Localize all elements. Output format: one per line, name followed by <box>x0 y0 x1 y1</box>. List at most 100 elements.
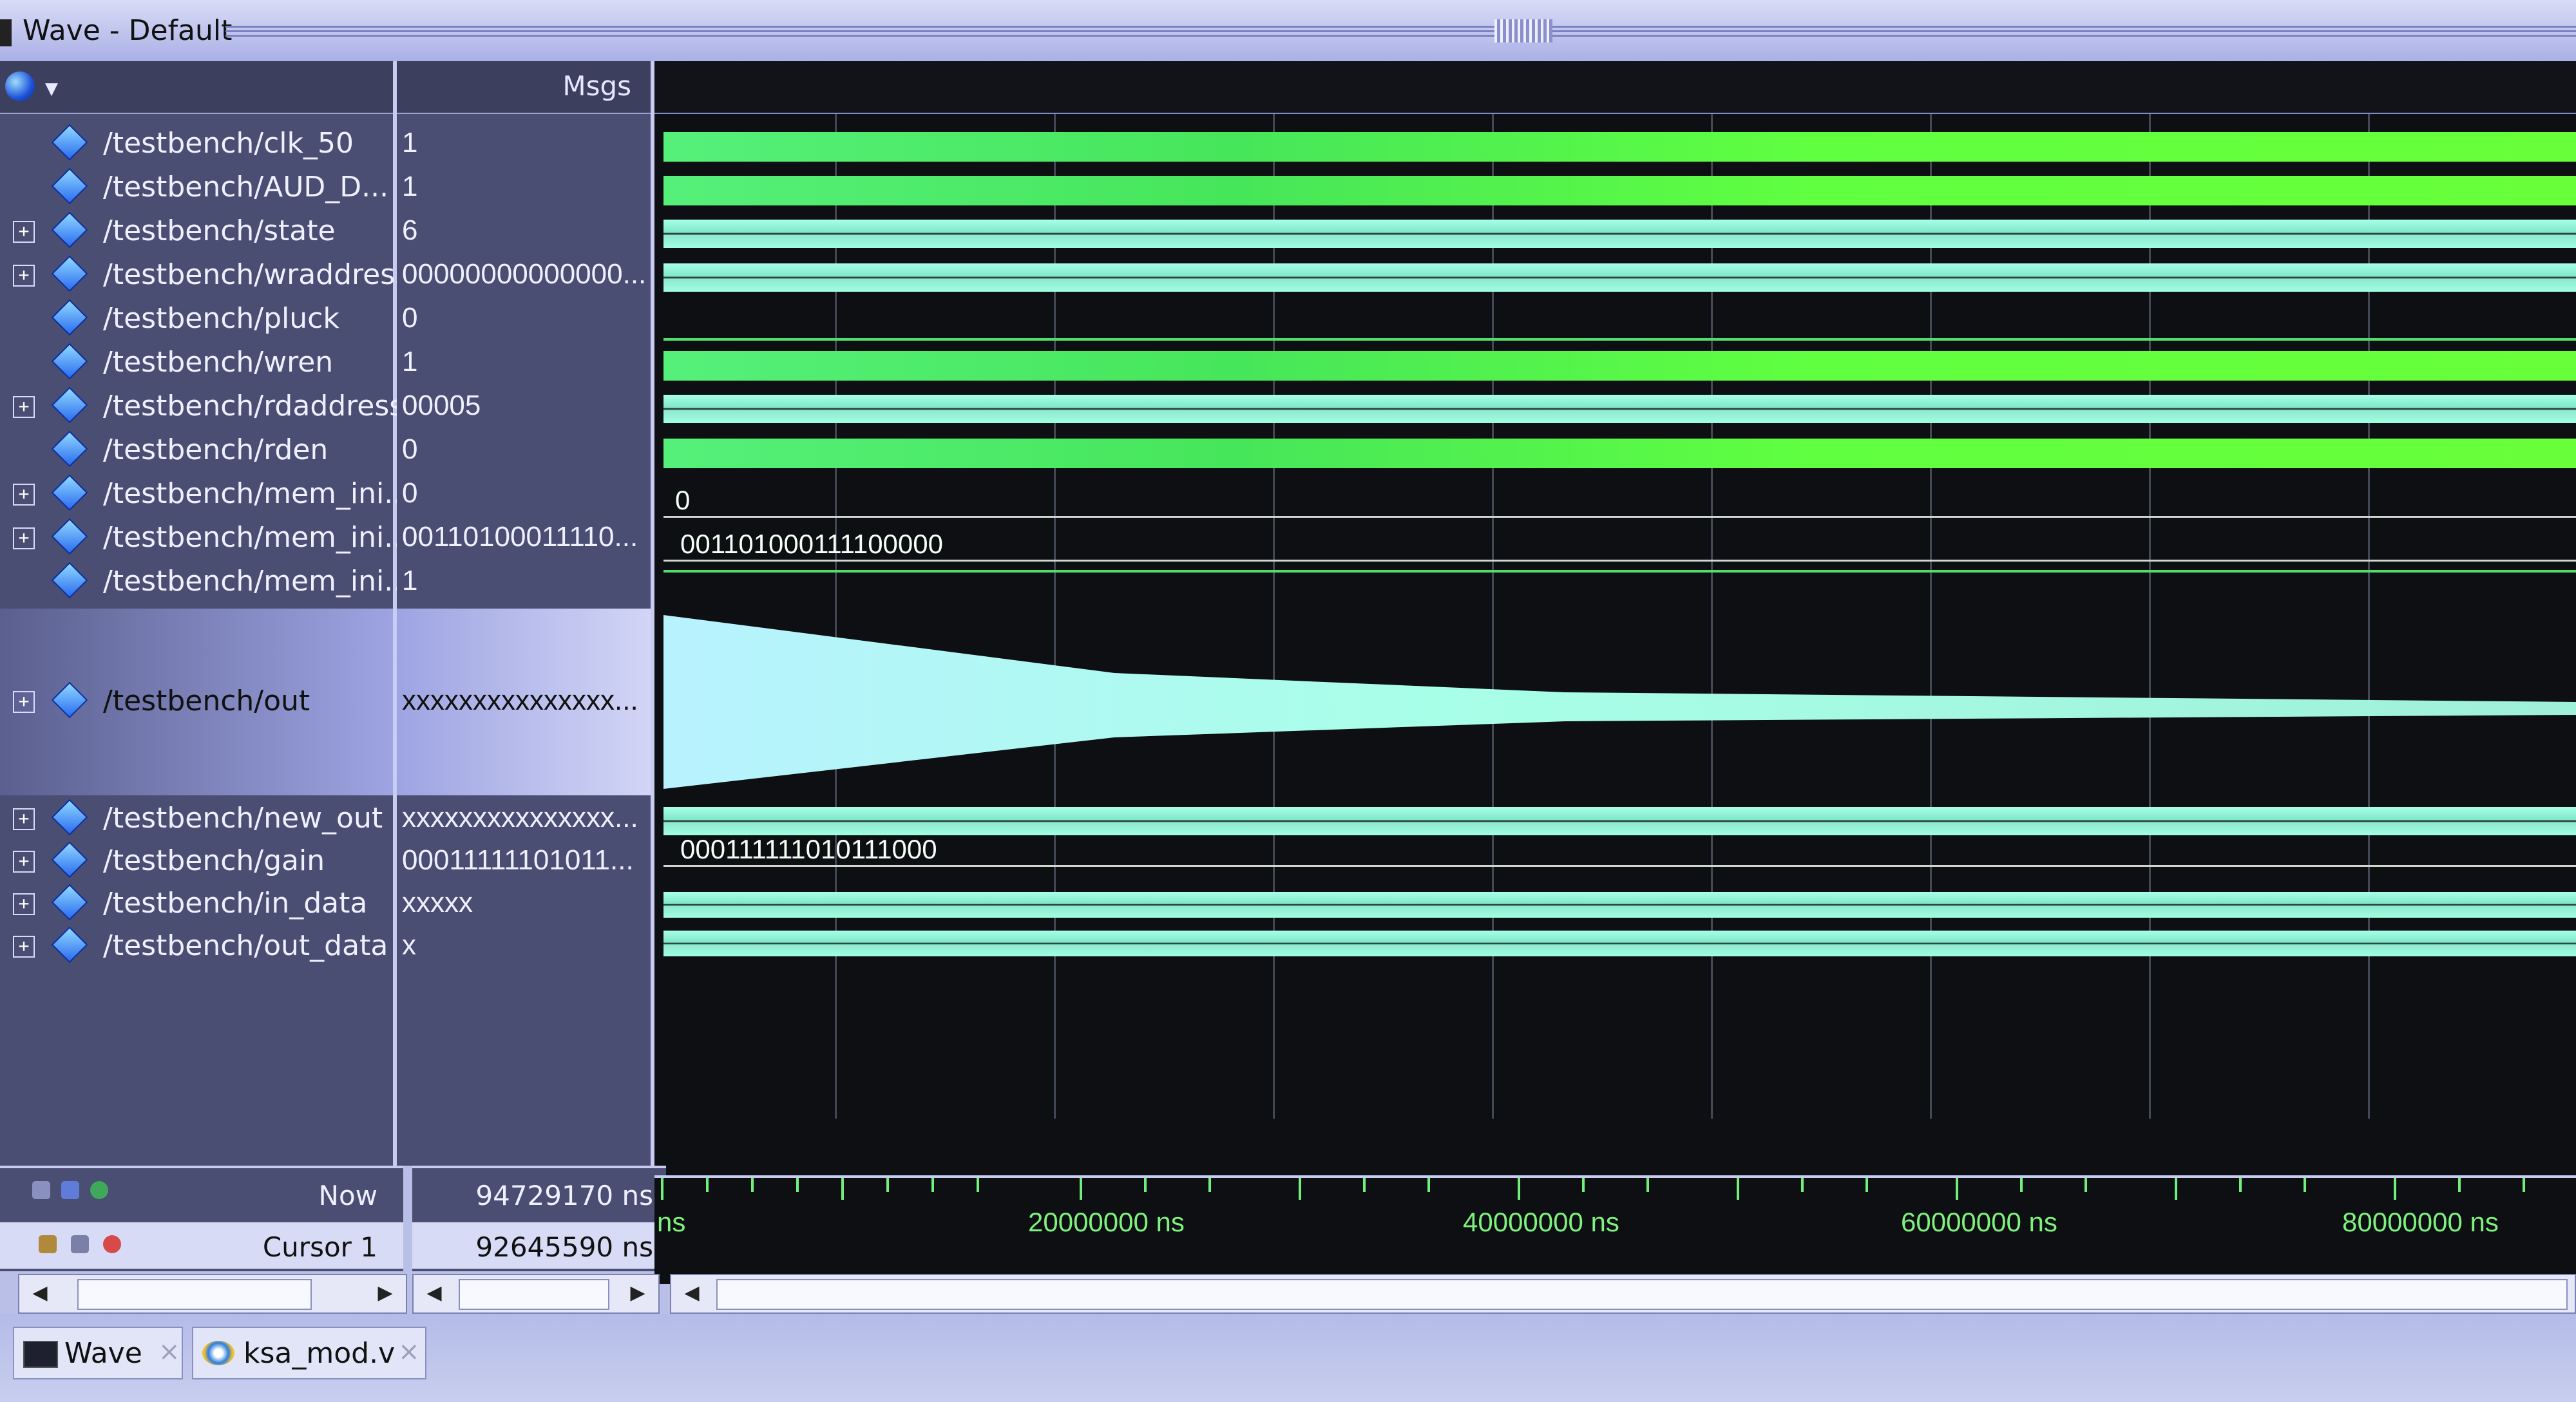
dropdown-arrow-icon[interactable]: ▼ <box>45 79 58 99</box>
signal-diamond-icon <box>51 681 88 719</box>
wave-mem-init-1 <box>663 516 2576 518</box>
signal-name: /testbench/rden <box>103 433 329 466</box>
expand-plus-icon[interactable]: + <box>13 893 35 915</box>
signal-diamond-icon <box>51 211 88 249</box>
waveform-scrollbar[interactable]: ◀ <box>670 1274 2576 1314</box>
close-icon[interactable]: × <box>158 1337 180 1367</box>
signal-row-mem-init-3[interactable]: /testbench/mem_ini... <box>0 560 411 603</box>
signal-row-aud-d[interactable]: /testbench/AUD_D... <box>0 166 393 209</box>
scroll-right-icon[interactable]: ▶ <box>372 1280 398 1306</box>
expand-plus-icon[interactable]: + <box>13 691 35 713</box>
scroll-left-icon[interactable]: ◀ <box>679 1280 705 1306</box>
tab-ksa-mod[interactable]: ksa_mod.v × <box>192 1327 426 1379</box>
signal-row-gain[interactable]: + /testbench/gain <box>0 839 393 883</box>
signal-row-out-data[interactable]: + /testbench/out_data <box>0 924 393 968</box>
wave-rdaddress <box>663 395 2576 423</box>
signal-row-mem-init-2[interactable]: + /testbench/mem_ini... <box>0 516 411 560</box>
scroll-thumb[interactable] <box>459 1279 609 1310</box>
expand-plus-icon[interactable]: + <box>13 221 35 243</box>
wave-out-analog <box>663 615 2576 789</box>
remove-cursor-icon[interactable] <box>103 1235 121 1253</box>
lock-icon[interactable] <box>39 1235 57 1253</box>
signal-name: /testbench/AUD_D... <box>103 171 389 204</box>
value-pane-scrollbar[interactable]: ◀ ▶ <box>412 1274 660 1314</box>
cursor-add-green-icon[interactable] <box>90 1181 108 1199</box>
cursor-add-icon[interactable] <box>32 1181 50 1199</box>
signal-row-rden[interactable]: /testbench/rden <box>0 428 393 472</box>
signal-diamond-icon <box>51 799 88 836</box>
signal-value: 00011111101011... <box>402 844 634 876</box>
wave-wraddress <box>663 263 2576 292</box>
expand-plus-icon[interactable]: + <box>13 936 35 958</box>
scroll-thumb[interactable] <box>716 1279 2568 1310</box>
signal-value: 00110100011110... <box>402 521 638 553</box>
waveform-pane[interactable]: 0 001101000111100000 000111111010111000 <box>654 61 2576 1175</box>
signal-name: /testbench/gain <box>103 844 325 877</box>
document-tabs: Wave × ksa_mod.v × <box>0 1314 2576 1402</box>
expand-plus-icon[interactable]: + <box>13 851 35 873</box>
signal-value: 1 <box>402 565 418 596</box>
signal-row-clk-50[interactable]: /testbench/clk_50 <box>0 122 393 166</box>
time-axis: ns 20000000 ns 40000000 ns 60000000 ns 8… <box>654 1175 2576 1284</box>
axis-start-label: ns <box>657 1207 686 1237</box>
scroll-right-icon[interactable]: ▶ <box>625 1280 651 1306</box>
name-pane-scrollbar[interactable]: ◀ ▶ <box>18 1274 407 1314</box>
wave-label-mem-init-2: 001101000111100000 <box>680 529 943 559</box>
tab-label: Wave <box>64 1337 142 1370</box>
cursor-value-panel: 94729170 ns 92645590 ns <box>412 1166 666 1271</box>
signal-row-state[interactable]: + /testbench/state <box>0 209 393 253</box>
signal-row-mem-init-1[interactable]: + /testbench/mem_ini... <box>0 472 411 516</box>
expand-plus-icon[interactable]: + <box>13 484 35 506</box>
tab-label: ksa_mod.v <box>243 1337 396 1370</box>
signal-value: 0 <box>402 302 418 334</box>
wave-in-data <box>663 892 2576 918</box>
signal-diamond-icon <box>51 841 88 878</box>
drag-handle[interactable] <box>1494 19 1552 43</box>
cursor-value: 92645590 ns <box>475 1231 653 1263</box>
signal-row-pluck[interactable]: /testbench/pluck <box>0 297 393 341</box>
cursor-name-panel: Now Cursor 1 <box>0 1166 403 1271</box>
signal-name: /testbench/out_data <box>103 929 388 962</box>
signal-name: /testbench/new_out <box>103 802 383 835</box>
scroll-left-icon[interactable]: ◀ <box>421 1280 447 1306</box>
title-bar: Wave - Default <box>0 0 2576 62</box>
signal-row-wraddress[interactable]: + /testbench/wraddress <box>0 253 410 297</box>
signal-row-wren[interactable]: /testbench/wren <box>0 341 393 384</box>
signal-name: /testbench/wraddress <box>103 258 410 291</box>
signal-diamond-icon <box>51 124 88 161</box>
axis-label-80m: 80000000 ns <box>2342 1207 2499 1237</box>
signal-name: /testbench/pluck <box>103 302 339 335</box>
wave-wren <box>663 351 2576 381</box>
waveform-header <box>654 61 2576 114</box>
signal-row-rdaddress[interactable]: + /testbench/rdaddress <box>0 384 404 428</box>
signal-row-out[interactable]: + /testbench/out <box>0 679 393 723</box>
expand-plus-icon[interactable]: + <box>13 396 35 418</box>
globe-icon[interactable] <box>5 71 35 101</box>
signal-name: /testbench/mem_ini... <box>103 521 412 554</box>
signal-value: 0 <box>402 477 418 509</box>
expand-plus-icon[interactable]: + <box>13 265 35 287</box>
tab-wave[interactable]: Wave × <box>13 1327 183 1379</box>
signal-name: /testbench/state <box>103 214 336 247</box>
cursor-window-icon[interactable] <box>61 1181 79 1199</box>
wave-new-out <box>663 807 2576 835</box>
pencil-icon[interactable] <box>71 1235 89 1253</box>
wave-mem-init-3 <box>663 570 2576 573</box>
signal-diamond-icon <box>51 884 88 921</box>
wave-state <box>663 220 2576 248</box>
signal-name: /testbench/rdaddress <box>103 390 405 422</box>
expand-plus-icon[interactable]: + <box>13 527 35 549</box>
signal-diamond-icon <box>51 299 88 336</box>
signal-row-in-data[interactable]: + /testbench/in_data <box>0 882 393 925</box>
signal-name: /testbench/clk_50 <box>103 127 354 160</box>
close-icon[interactable]: × <box>398 1337 420 1367</box>
now-label: Now <box>318 1180 377 1211</box>
scroll-left-icon[interactable]: ◀ <box>27 1280 53 1306</box>
signal-name: /testbench/mem_ini... <box>103 477 412 510</box>
wave-label-mem-init-1: 0 <box>675 485 691 515</box>
wave-mem-init-2 <box>663 560 2576 562</box>
expand-plus-icon[interactable]: + <box>13 808 35 830</box>
signal-row-new-out[interactable]: + /testbench/new_out <box>0 797 393 840</box>
wave-label-gain: 000111111010111000 <box>680 834 937 864</box>
scroll-thumb[interactable] <box>77 1279 312 1310</box>
